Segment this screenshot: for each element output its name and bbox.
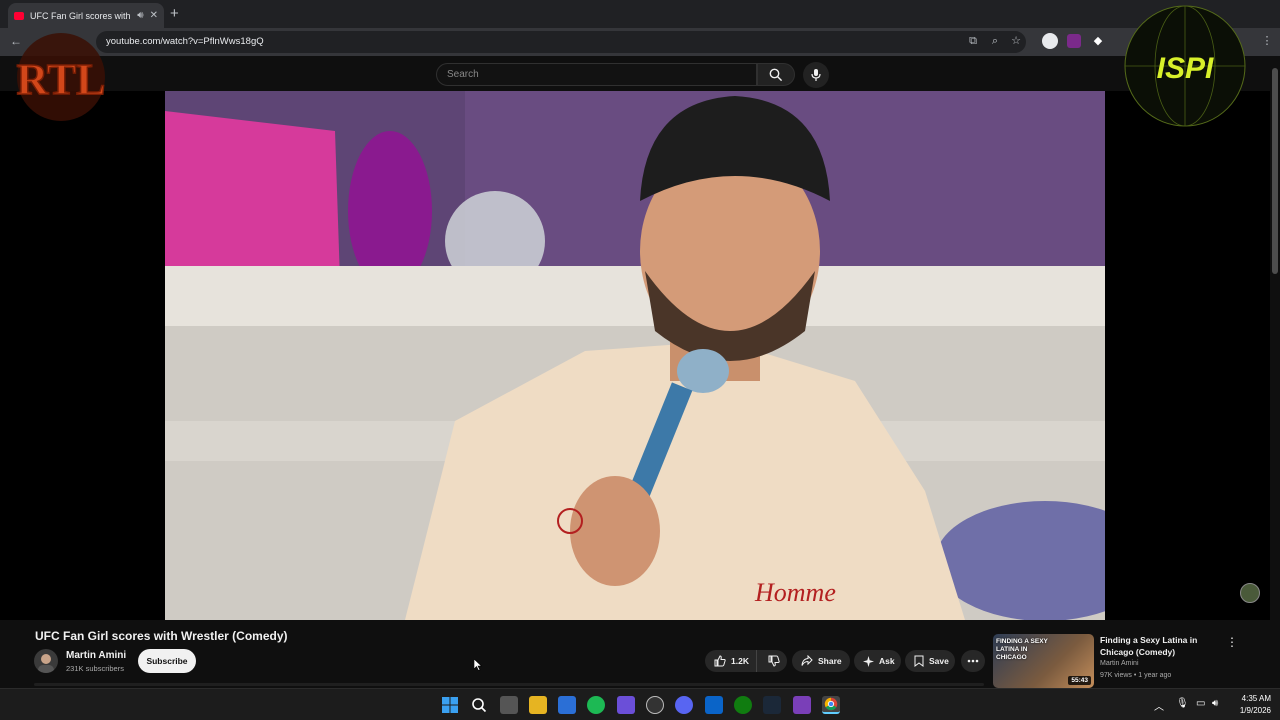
youtube-header: Search: [0, 56, 1270, 91]
tray-display-icon[interactable]: ▭: [1196, 698, 1205, 709]
thumbnail-caption: FINDING A SEXY LATINA IN CHICAGO: [996, 638, 1048, 661]
app-circle-icon[interactable]: [646, 696, 664, 714]
video-player[interactable]: Homme: [0, 91, 1270, 620]
search-icon: [769, 68, 783, 82]
recommended-video-thumbnail[interactable]: FINDING A SEXY LATINA IN CHICAGO 55:43: [993, 634, 1094, 688]
recommended-video-menu-icon[interactable]: ⋮: [1226, 635, 1238, 649]
app-grid-icon[interactable]: [617, 696, 635, 714]
like-dislike-group: 1.2K: [705, 650, 787, 672]
youtube-favicon-icon: [14, 11, 24, 20]
ask-button[interactable]: Ask: [854, 650, 901, 672]
recommended-video-title[interactable]: Finding a Sexy Latina in Chicago (Comedy…: [1100, 634, 1210, 658]
svg-text:Homme: Homme: [754, 578, 836, 607]
dislike-button[interactable]: [762, 650, 787, 672]
browser-tab-bar: UFC Fan Girl scores with W 🔊︎ ✕ +: [0, 0, 1280, 28]
address-bar[interactable]: youtube.com/watch?v=PflnWws18gQ: [96, 31, 1026, 53]
ispi-logo-text: ISPI: [1157, 52, 1214, 85]
task-view-icon[interactable]: [500, 696, 518, 714]
scrollbar-thumb[interactable]: [1272, 68, 1278, 274]
subscriber-count: 231K subscribers: [66, 664, 124, 673]
search-placeholder: Search: [447, 69, 479, 80]
file-explorer-icon[interactable]: [529, 696, 547, 714]
page-scrollbar[interactable]: [1270, 56, 1280, 688]
rtl-logo-text: RTL: [17, 55, 106, 104]
rtl-logo-overlay: RTL: [10, 22, 112, 126]
clock-date[interactable]: 1/9/2026: [1231, 706, 1271, 715]
thumbs-down-icon: [768, 655, 781, 667]
share-label: Share: [818, 656, 842, 666]
video-info-section: UFC Fan Girl scores with Wrestler (Comed…: [0, 620, 1270, 688]
channel-watermark-icon[interactable]: [1240, 583, 1260, 603]
sparkle-icon: [863, 655, 874, 667]
recommended-video-meta: 97K views • 1 year ago: [1100, 672, 1172, 679]
install-app-icon[interactable]: ⧉: [966, 34, 980, 48]
like-button[interactable]: 1.2K: [705, 650, 757, 672]
video-duration-badge: 55:43: [1068, 676, 1091, 685]
tray-volume-icon[interactable]: 🔊︎: [1212, 698, 1218, 709]
channel-avatar[interactable]: [34, 649, 58, 673]
subscribe-button[interactable]: Subscribe: [138, 649, 196, 673]
browser-menu-icon[interactable]: ⋮: [1260, 34, 1274, 48]
clock-time[interactable]: 4:35 AM: [1231, 694, 1271, 703]
channel-name[interactable]: Martin Amini: [66, 650, 126, 661]
more-actions-button[interactable]: [961, 650, 985, 672]
mouse-cursor-icon: [474, 659, 482, 671]
tab-close-icon[interactable]: ✕: [150, 10, 158, 21]
video-frame[interactable]: Homme: [165, 91, 1105, 620]
save-label: Save: [929, 656, 949, 666]
new-tab-button[interactable]: +: [170, 5, 179, 22]
tray-microphone-icon[interactable]: 🎙︎: [1176, 698, 1189, 709]
microsoft-store-icon[interactable]: [558, 696, 576, 714]
url-text[interactable]: youtube.com/watch?v=PflnWws18gQ: [106, 36, 264, 47]
extension-icon-1[interactable]: [1042, 33, 1058, 49]
recommended-video-channel[interactable]: Martin Amini: [1100, 660, 1139, 667]
zoom-icon[interactable]: ⌕: [988, 34, 1002, 48]
thumbs-up-icon: [714, 655, 726, 667]
bookmark-star-icon[interactable]: ☆: [1009, 34, 1023, 48]
bookmark-icon: [914, 655, 924, 667]
browser-toolbar: ← youtube.com/watch?v=PflnWws18gQ: [0, 28, 1280, 56]
tab-title: UFC Fan Girl scores with W: [30, 10, 132, 21]
extension-icon-3[interactable]: ◆: [1091, 34, 1105, 48]
chrome-icon[interactable]: [822, 696, 840, 714]
save-button[interactable]: Save: [905, 650, 955, 672]
like-count: 1.2K: [731, 656, 749, 666]
voice-search-button[interactable]: [803, 62, 829, 88]
video-title: UFC Fan Girl scores with Wrestler (Comed…: [35, 629, 288, 643]
app-purple-icon[interactable]: [793, 696, 811, 714]
steam-icon[interactable]: [763, 696, 781, 714]
windows-start-icon[interactable]: [441, 696, 459, 714]
outlook-icon[interactable]: [705, 696, 723, 714]
tray-chevron-icon[interactable]: ︿: [1154, 698, 1164, 713]
share-button[interactable]: Share: [792, 650, 850, 672]
app-green-icon[interactable]: [587, 696, 605, 714]
ask-label: Ask: [879, 656, 895, 666]
tab-audio-icon[interactable]: 🔊︎: [137, 10, 143, 21]
windows-taskbar: ︿ 🎙︎ ▭ 🔊︎ 4:35 AM 1/9/2026: [0, 688, 1280, 720]
discord-icon[interactable]: [675, 696, 693, 714]
taskbar-search-icon[interactable]: [470, 696, 488, 714]
extension-icon-2[interactable]: [1067, 34, 1081, 48]
more-horizontal-icon: [967, 659, 979, 663]
video-scene: Homme: [165, 91, 1105, 620]
search-button[interactable]: [757, 63, 795, 86]
xbox-icon[interactable]: [734, 696, 752, 714]
description-box-edge: [34, 683, 984, 686]
search-input[interactable]: Search: [436, 63, 757, 86]
ispi-globe-logo-overlay: ISPI: [1120, 2, 1250, 130]
share-icon: [801, 655, 813, 666]
microphone-icon: [811, 69, 821, 81]
